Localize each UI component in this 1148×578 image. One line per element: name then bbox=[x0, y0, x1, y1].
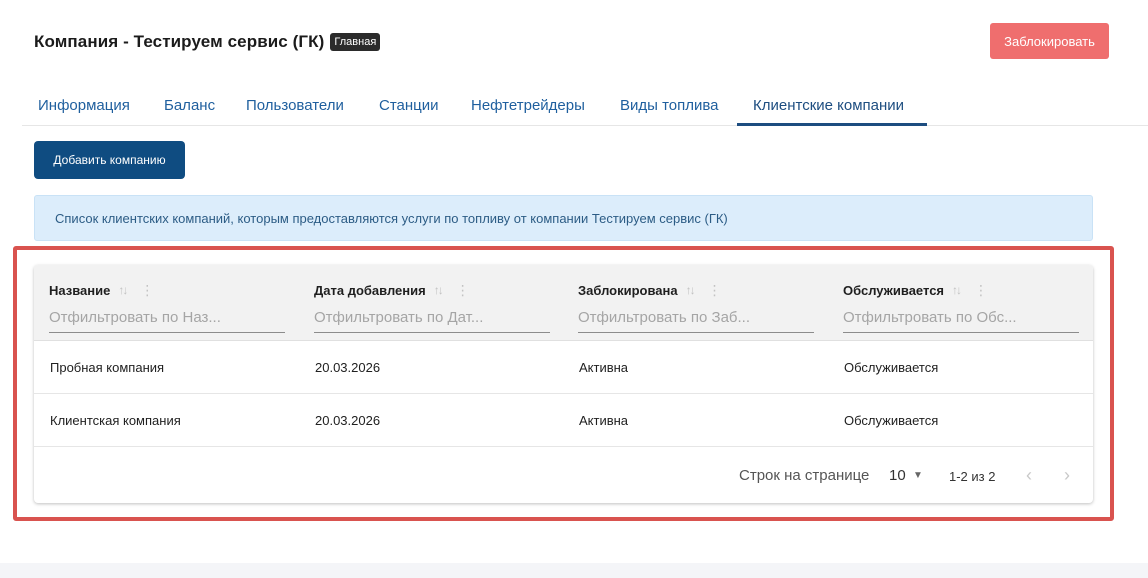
tab-stations[interactable]: Станции bbox=[363, 86, 455, 125]
chevron-right-icon[interactable]: › bbox=[1064, 465, 1070, 486]
kebab-menu-icon[interactable]: ⋮ bbox=[140, 282, 154, 299]
column-header-blocked: Заблокирована ↑↓ ⋮ bbox=[578, 281, 814, 333]
column-title[interactable]: Дата добавления bbox=[314, 283, 426, 298]
cell-blocked: Активна bbox=[579, 360, 629, 375]
column-header-date: Дата добавления ↑↓ ⋮ bbox=[314, 281, 550, 333]
tab-users[interactable]: Пользователи bbox=[230, 86, 360, 125]
column-header-serviced: Обслуживается ↑↓ ⋮ bbox=[843, 281, 1079, 333]
page-footer-strip bbox=[0, 563, 1148, 578]
filter-name-input[interactable] bbox=[49, 307, 285, 333]
table-row[interactable]: Клиентская компания 20.03.2026 Активна О… bbox=[34, 394, 1093, 447]
rows-per-page-select[interactable]: 10 bbox=[889, 467, 906, 484]
block-company-button[interactable]: Заблокировать bbox=[990, 23, 1109, 59]
filter-blocked-input[interactable] bbox=[578, 307, 814, 333]
tab-balance[interactable]: Баланс bbox=[148, 86, 231, 125]
filter-serviced-input[interactable] bbox=[843, 307, 1079, 333]
companies-table: Название ↑↓ ⋮ Дата добавления ↑↓ ⋮ Забло… bbox=[34, 265, 1093, 503]
rows-per-page-label: Строк на странице bbox=[739, 467, 870, 484]
tab-info[interactable]: Информация bbox=[22, 86, 146, 125]
page-header: Компания - Тестируем сервис (ГК) Главная bbox=[34, 32, 381, 52]
column-title[interactable]: Обслуживается bbox=[843, 283, 944, 298]
info-banner: Список клиентских компаний, которым пред… bbox=[34, 195, 1093, 241]
caret-down-icon[interactable]: ▼ bbox=[913, 470, 923, 481]
cell-serviced: Обслуживается bbox=[844, 413, 939, 428]
column-title[interactable]: Заблокирована bbox=[578, 283, 678, 298]
sort-icon[interactable]: ↑↓ bbox=[952, 283, 962, 297]
table-header: Название ↑↓ ⋮ Дата добавления ↑↓ ⋮ Забло… bbox=[34, 265, 1093, 341]
filter-date-input[interactable] bbox=[314, 307, 550, 333]
cell-date: 20.03.2026 bbox=[315, 413, 381, 428]
column-header-name: Название ↑↓ ⋮ bbox=[49, 281, 285, 333]
tab-bar: Информация Баланс Пользователи Станции Н… bbox=[22, 86, 1148, 126]
chevron-left-icon[interactable]: ‹ bbox=[1026, 465, 1032, 486]
kebab-menu-icon[interactable]: ⋮ bbox=[974, 282, 988, 299]
tab-client-companies[interactable]: Клиентские компании bbox=[737, 86, 927, 126]
page-range: 1-2 из 2 bbox=[949, 469, 996, 484]
kebab-menu-icon[interactable]: ⋮ bbox=[708, 282, 722, 299]
add-company-button[interactable]: Добавить компанию bbox=[34, 141, 185, 179]
column-title[interactable]: Название bbox=[49, 283, 110, 298]
cell-date: 20.03.2026 bbox=[315, 360, 381, 375]
cell-serviced: Обслуживается bbox=[844, 360, 939, 375]
cell-blocked: Активна bbox=[579, 413, 629, 428]
pagination: Строк на странице 10 ▼ 1-2 из 2 ‹ › bbox=[34, 448, 1093, 503]
sort-icon[interactable]: ↑↓ bbox=[118, 283, 128, 297]
cell-name: Пробная компания bbox=[50, 360, 165, 375]
table-row[interactable]: Пробная компания 20.03.2026 Активна Обсл… bbox=[34, 341, 1093, 394]
tab-fuel-types[interactable]: Виды топлива bbox=[604, 86, 735, 125]
sort-icon[interactable]: ↑↓ bbox=[686, 283, 696, 297]
tab-oil-traders[interactable]: Нефтетрейдеры bbox=[455, 86, 601, 125]
kebab-menu-icon[interactable]: ⋮ bbox=[456, 282, 470, 299]
page-title: Компания - Тестируем сервис (ГК) bbox=[34, 32, 325, 51]
cell-name: Клиентская компания bbox=[50, 413, 181, 428]
main-company-badge: Главная bbox=[330, 33, 381, 51]
sort-icon[interactable]: ↑↓ bbox=[434, 283, 444, 297]
